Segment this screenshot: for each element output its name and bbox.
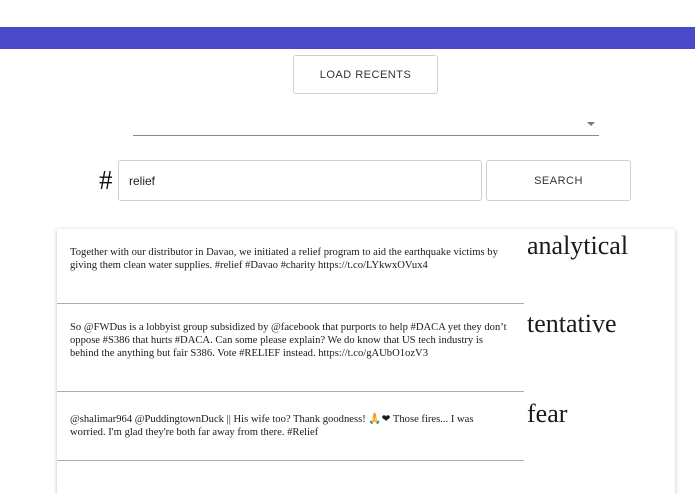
tone-label: tentative: [527, 309, 617, 338]
chevron-down-icon[interactable]: [587, 122, 595, 126]
tweet-divider: [57, 391, 524, 392]
load-recents-button[interactable]: LOAD RECENTS: [293, 55, 438, 94]
hashtag-search-input[interactable]: [118, 160, 482, 201]
tweet-text: @shalimar964 @PuddingtownDuck || His wif…: [70, 414, 474, 439]
tone-label: analytical: [527, 231, 629, 260]
hash-icon: #: [99, 165, 113, 195]
results-card: Together with our distributor in Davao, …: [57, 229, 675, 494]
tweet-text: So @FWDus is a lobbyist group subsidized…: [70, 322, 507, 360]
tweet-text: Together with our distributor in Davao, …: [70, 247, 498, 272]
search-button[interactable]: SEARCH: [486, 160, 631, 201]
app-bar: [0, 27, 695, 49]
tweet-divider: [57, 303, 524, 304]
tweet-divider: [57, 460, 524, 461]
filter-select[interactable]: [133, 112, 599, 136]
tone-label: fear: [527, 399, 568, 428]
